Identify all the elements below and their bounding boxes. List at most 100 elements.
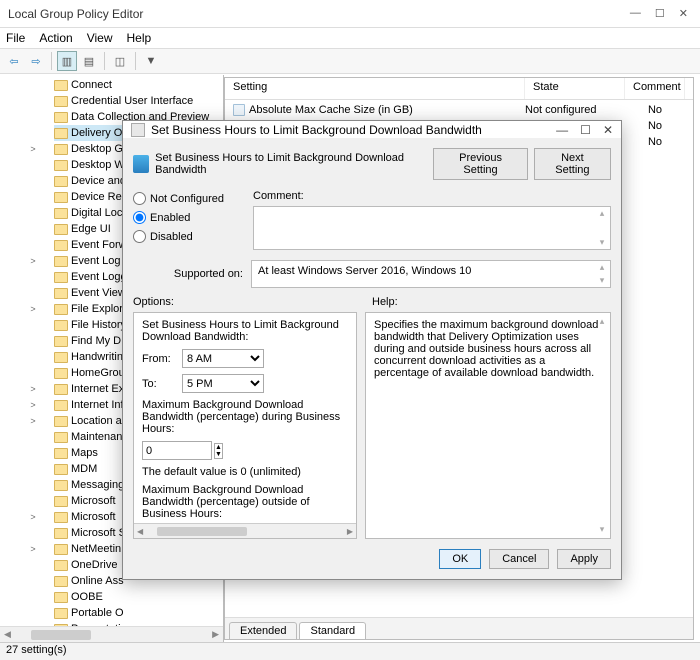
setting-icon — [233, 104, 245, 116]
status-bar: 27 setting(s) — [0, 642, 700, 660]
tree-item[interactable]: Portable O — [54, 605, 223, 621]
options-pane: Set Business Hours to Limit Background D… — [133, 312, 357, 539]
setting-row[interactable]: Absolute Max Cache Size (in GB)Not confi… — [225, 102, 693, 118]
menu-help[interactable]: Help — [127, 31, 152, 45]
folder-icon — [54, 464, 68, 475]
default-note: The default value is 0 (unlimited) — [142, 466, 348, 478]
dialog-title: Set Business Hours to Limit Background D… — [151, 123, 482, 137]
window-title: Local Group Policy Editor — [8, 7, 143, 21]
toolbar: ⇦ ⇨ ▥ ▤ ◫ ▼ — [0, 48, 700, 74]
radio-disabled[interactable]: Disabled — [133, 230, 243, 243]
next-setting-button[interactable]: Next Setting — [534, 148, 611, 180]
folder-icon — [54, 224, 68, 235]
help-label: Help: — [372, 296, 611, 308]
folder-icon — [54, 480, 68, 491]
back-icon[interactable]: ⇦ — [4, 51, 24, 71]
folder-icon — [54, 96, 68, 107]
export-icon[interactable]: ▤ — [79, 51, 99, 71]
folder-icon — [54, 320, 68, 331]
dialog-close-icon[interactable]: ✕ — [603, 123, 613, 137]
folder-icon — [54, 560, 68, 571]
radio-enabled[interactable]: Enabled — [133, 211, 243, 224]
policy-dialog: Set Business Hours to Limit Background D… — [122, 120, 622, 580]
from-label: From: — [142, 353, 176, 365]
options-scrollbar[interactable]: ◀ ▶ — [134, 523, 356, 538]
forward-icon[interactable]: ⇨ — [26, 51, 46, 71]
tree-item[interactable]: Connect — [54, 77, 223, 93]
options-label: Options: — [133, 296, 372, 308]
folder-icon — [54, 176, 68, 187]
tab-extended[interactable]: Extended — [229, 622, 297, 639]
folder-icon — [54, 304, 68, 315]
folder-icon — [54, 352, 68, 363]
cancel-button[interactable]: Cancel — [489, 549, 549, 569]
menu-file[interactable]: File — [6, 31, 25, 45]
col-state[interactable]: State — [525, 78, 625, 99]
folder-icon — [54, 512, 68, 523]
to-label: To: — [142, 378, 176, 390]
folder-icon — [54, 496, 68, 507]
folder-icon — [54, 432, 68, 443]
folder-icon — [54, 208, 68, 219]
tab-standard[interactable]: Standard — [299, 622, 366, 639]
menu-view[interactable]: View — [87, 31, 113, 45]
dialog-maximize-icon[interactable]: ☐ — [580, 123, 591, 137]
properties-icon[interactable]: ◫ — [110, 51, 130, 71]
folder-icon — [54, 544, 68, 555]
percentage-spinner[interactable] — [142, 441, 212, 460]
folder-icon — [54, 240, 68, 251]
dialog-minimize-icon[interactable]: — — [556, 123, 568, 137]
folder-icon — [54, 112, 68, 123]
minimize-icon[interactable]: — — [630, 7, 641, 20]
dialog-heading: Set Business Hours to Limit Background D… — [155, 152, 427, 176]
folder-icon — [54, 592, 68, 603]
max-during-label: Maximum Background Download Bandwidth (p… — [142, 399, 348, 435]
maximize-icon[interactable]: ☐ — [655, 7, 665, 20]
folder-icon — [54, 288, 68, 299]
col-setting[interactable]: Setting — [225, 78, 525, 99]
supported-value: At least Windows Server 2016, Windows 10… — [251, 260, 611, 288]
folder-icon — [54, 576, 68, 587]
folder-icon — [54, 256, 68, 267]
tree-item[interactable]: Credential User Interface — [54, 93, 223, 109]
comment-field[interactable]: ▴▾ — [253, 206, 611, 250]
folder-icon — [54, 192, 68, 203]
previous-setting-button[interactable]: Previous Setting — [433, 148, 527, 180]
folder-icon — [54, 608, 68, 619]
help-pane: Specifies the maximum background downloa… — [365, 312, 611, 539]
radio-not-configured[interactable]: Not Configured — [133, 192, 243, 205]
apply-button[interactable]: Apply — [557, 549, 611, 569]
from-select[interactable]: 8 AM — [182, 349, 264, 368]
menubar: File Action View Help — [0, 28, 700, 48]
folder-icon — [54, 80, 68, 91]
folder-icon — [54, 368, 68, 379]
menu-action[interactable]: Action — [39, 31, 72, 45]
policy-shield-icon — [133, 155, 149, 173]
show-hide-tree-icon[interactable]: ▥ — [57, 51, 77, 71]
folder-icon — [54, 272, 68, 283]
main-titlebar: Local Group Policy Editor — ☐ ✕ — [0, 0, 700, 28]
col-comment[interactable]: Comment — [625, 78, 685, 99]
folder-icon — [54, 144, 68, 155]
dialog-icon — [131, 123, 145, 137]
ok-button[interactable]: OK — [439, 549, 481, 569]
folder-icon — [54, 448, 68, 459]
comment-label: Comment: — [253, 190, 611, 202]
tree-item[interactable]: OOBE — [54, 589, 223, 605]
close-icon[interactable]: ✕ — [679, 7, 688, 20]
folder-icon — [54, 528, 68, 539]
folder-icon — [54, 384, 68, 395]
folder-icon — [54, 128, 68, 139]
spin-up-icon[interactable]: ▲ — [215, 444, 222, 451]
tree-scrollbar[interactable]: ◀ ▶ — [0, 626, 223, 642]
folder-icon — [54, 160, 68, 171]
supported-label: Supported on: — [133, 268, 243, 280]
filter-icon[interactable]: ▼ — [141, 51, 161, 71]
folder-icon — [54, 336, 68, 347]
max-outside-label: Maximum Background Download Bandwidth (p… — [142, 484, 348, 520]
spin-down-icon[interactable]: ▼ — [215, 451, 222, 458]
opts-title: Set Business Hours to Limit Background D… — [142, 319, 348, 343]
to-select[interactable]: 5 PM — [182, 374, 264, 393]
folder-icon — [54, 400, 68, 411]
folder-icon — [54, 416, 68, 427]
